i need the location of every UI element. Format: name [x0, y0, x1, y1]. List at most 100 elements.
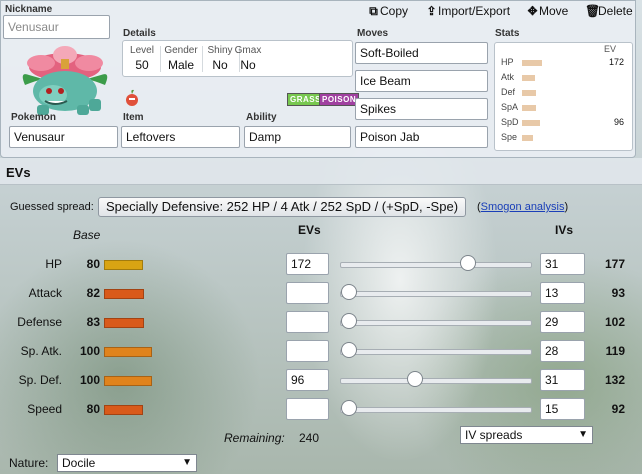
ev-slider[interactable]: [340, 371, 532, 387]
chevron-down-icon: ▼: [578, 429, 588, 440]
iv-input[interactable]: 31: [540, 369, 585, 391]
upload-icon: ⇪: [426, 4, 437, 18]
move-input-2[interactable]: Ice Beam: [355, 70, 488, 92]
stat-row: Defense 83 29 102: [0, 311, 642, 336]
remaining-label: Remaining:: [224, 431, 285, 445]
stats-summary-button[interactable]: EV HP 172 Atk Def SpA SpD 96 Spe: [494, 42, 633, 151]
stat-total: 177: [604, 257, 625, 271]
nature-select[interactable]: Docile ▼: [57, 454, 197, 472]
ability-input[interactable]: Damp: [244, 126, 351, 148]
iv-input[interactable]: 15: [540, 398, 585, 420]
stat-name: Sp. Def.: [18, 373, 62, 387]
ev-slider-thumb[interactable]: [407, 371, 424, 387]
stat-summary-bar: [522, 75, 535, 81]
ev-input[interactable]: [286, 311, 329, 333]
move-input-3[interactable]: Spikes: [355, 98, 488, 120]
smogon-analysis: (Smogon analysis): [477, 201, 569, 213]
stats-label: Stats: [495, 28, 520, 39]
iv-input[interactable]: 29: [540, 311, 585, 333]
stat-summary-bar: [522, 60, 542, 66]
stat-summary-bar: [522, 105, 536, 111]
gmax-field: Gmax No: [234, 45, 262, 72]
stat-summary-ev: 172: [608, 57, 624, 67]
ev-input[interactable]: [286, 340, 329, 362]
stat-name: Attack: [28, 286, 62, 300]
move-input-1[interactable]: Soft-Boiled: [355, 42, 488, 64]
smogon-analysis-link[interactable]: Smogon analysis: [481, 201, 565, 213]
ev-slider[interactable]: [340, 400, 532, 416]
ev-slider-thumb[interactable]: [341, 313, 357, 329]
guessed-spread-button[interactable]: Specially Defensive: 252 HP / 4 Atk / 25…: [98, 197, 467, 217]
stat-summary-row: Def: [501, 87, 626, 99]
ev-slider[interactable]: [340, 255, 532, 271]
guessed-spread-label: Guessed spread:: [10, 201, 94, 213]
stat-row: HP 80 172 31 177: [0, 253, 642, 278]
ev-input[interactable]: [286, 398, 329, 420]
nature-label: Nature:: [9, 456, 49, 470]
stat-base-bar: [104, 289, 144, 299]
nickname-label: Nickname: [5, 4, 53, 15]
stat-summary-row: Atk: [501, 72, 626, 84]
iv-spreads-select[interactable]: IV spreads ▼: [460, 426, 593, 444]
stat-row: Attack 82 13 93: [0, 282, 642, 307]
base-column-header: Base: [73, 228, 101, 242]
remaining-value: 240: [299, 431, 320, 445]
ev-slider-thumb[interactable]: [459, 255, 476, 271]
stat-summary-ev: 96: [613, 117, 624, 127]
copy-button[interactable]: ⧉ Copy: [367, 4, 408, 19]
stat-total: 92: [611, 402, 625, 416]
stat-base-bar: [104, 376, 152, 386]
stat-summary-name: HP: [501, 57, 514, 67]
stat-base-bar: [104, 347, 152, 357]
nickname-placeholder: Venusaur: [8, 20, 59, 34]
stat-base: 80: [86, 257, 100, 271]
delete-button[interactable]: 🗑Delete: [585, 4, 633, 18]
item-label: Item: [123, 112, 144, 123]
stat-total: 93: [611, 286, 625, 300]
iv-input[interactable]: 31: [540, 253, 585, 275]
stat-summary-bar: [522, 135, 533, 141]
iv-input[interactable]: 13: [540, 282, 585, 304]
pokemon-input[interactable]: Venusaur: [9, 126, 118, 148]
stat-summary-row: SpD 96: [501, 117, 626, 129]
ev-input[interactable]: 96: [286, 369, 329, 391]
move-input-4[interactable]: Poison Jab: [355, 126, 488, 148]
ev-input[interactable]: 172: [286, 253, 329, 275]
ev-slider-thumb[interactable]: [341, 400, 357, 416]
stat-summary-name: Spe: [501, 132, 518, 142]
ev-slider-thumb[interactable]: [341, 342, 357, 358]
stat-base: 83: [86, 315, 100, 329]
stat-total: 132: [604, 373, 625, 387]
details-box[interactable]: Level 50 Gender Male Shiny No Gmax No: [122, 40, 353, 77]
stats-ev-header: EV: [603, 44, 616, 54]
ev-slider-thumb[interactable]: [341, 284, 357, 300]
iv-input[interactable]: 28: [540, 340, 585, 362]
ev-slider[interactable]: [340, 342, 532, 358]
stat-summary-name: Def: [501, 87, 516, 97]
import-export-button[interactable]: ⇪Import/Export: [425, 4, 510, 18]
stat-row: Speed 80 15 92: [0, 398, 642, 423]
ev-slider[interactable]: [340, 313, 532, 329]
stat-name: HP: [45, 257, 62, 271]
trash-icon: 🗑: [585, 4, 601, 18]
gender-field: Gender Male: [164, 45, 198, 72]
stat-base: 80: [86, 402, 100, 416]
move-icon: ✥: [527, 4, 538, 18]
stat-summary-name: SpD: [501, 117, 519, 127]
move-button[interactable]: ✥Move: [526, 4, 568, 18]
stat-total: 102: [604, 315, 625, 329]
details-label: Details: [123, 28, 156, 39]
item-input[interactable]: Leftovers: [121, 126, 240, 148]
ev-input[interactable]: [286, 282, 329, 304]
stat-base-bar: [104, 405, 143, 415]
item-sprite-icon: [124, 89, 140, 107]
ev-slider[interactable]: [340, 284, 532, 300]
nickname-input[interactable]: Venusaur: [3, 15, 110, 39]
venusaur-sprite-icon: [22, 46, 108, 115]
stat-summary-name: SpA: [501, 102, 519, 112]
stat-summary-bar: [522, 120, 540, 126]
stat-summary-row: Spe: [501, 132, 626, 144]
stat-base-bar: [104, 260, 143, 270]
pokemon-sprite[interactable]: [15, 41, 115, 117]
ev-section-header: EVs: [0, 158, 642, 185]
